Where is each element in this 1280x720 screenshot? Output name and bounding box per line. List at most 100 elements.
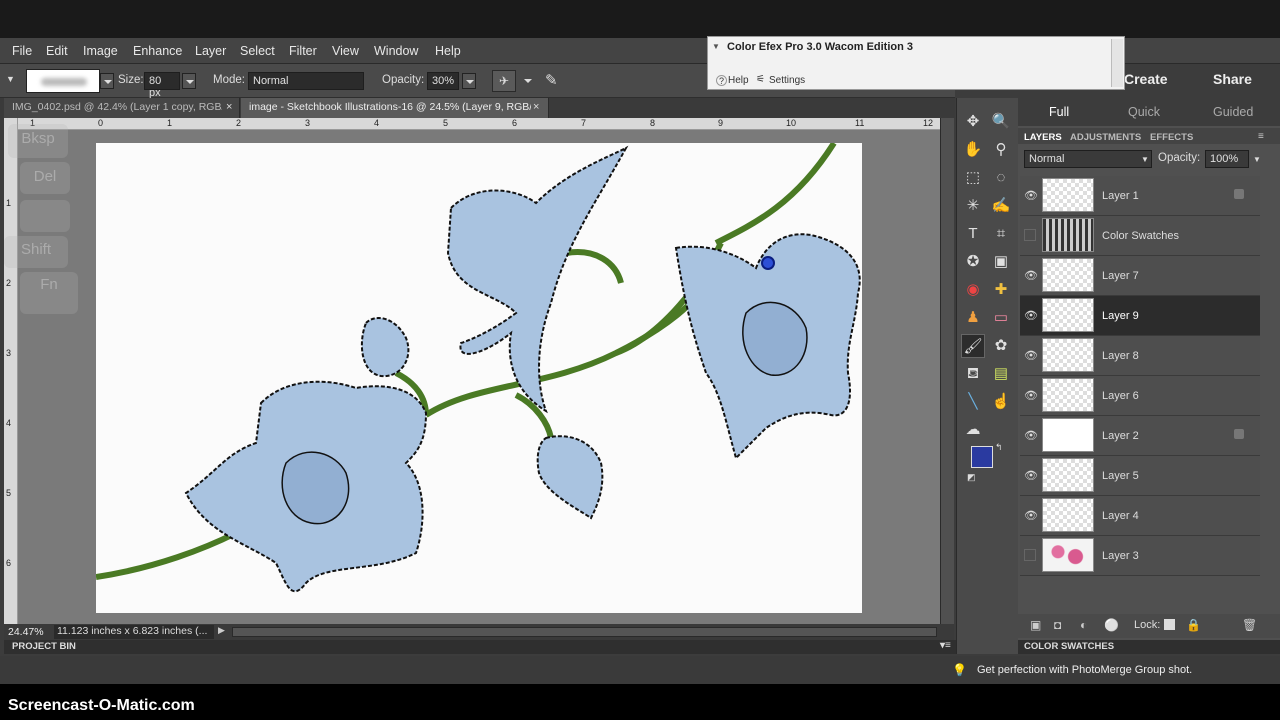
project-bin-bar[interactable]: PROJECT BIN ▾≡ — [4, 640, 1016, 654]
layer-row-color-swatches[interactable]: Color Swatches — [1020, 216, 1260, 256]
layer-row-layer-4[interactable]: 👁 Layer 4 — [1020, 496, 1260, 536]
crop-tool-icon[interactable]: ⌗ — [989, 222, 1013, 246]
quick-selection-tool-icon[interactable]: ✍ — [989, 194, 1013, 218]
type-tool-icon[interactable]: T — [961, 222, 985, 246]
tab-sketchbook-illustrations[interactable]: image - Sketchbook Illustrations-16 @ 24… — [241, 98, 549, 118]
new-group-icon[interactable]: ◘ — [1054, 618, 1061, 632]
mode-select[interactable]: Normal — [248, 72, 364, 90]
brush-preview[interactable] — [26, 69, 100, 93]
menu-enhance[interactable]: Enhance — [133, 44, 182, 58]
brush-tool-icon[interactable]: 🖌 — [961, 334, 985, 358]
layer-row-layer-7[interactable]: 👁 Layer 7 — [1020, 256, 1260, 296]
eraser-tool-icon[interactable]: ▭ — [989, 306, 1013, 330]
marquee-tool-icon[interactable]: ⬚ — [961, 166, 985, 190]
layer-row-layer-5[interactable]: 👁 Layer 5 — [1020, 456, 1260, 496]
visibility-off-box[interactable] — [1024, 549, 1036, 561]
foreground-color-swatch[interactable] — [971, 446, 993, 468]
tab-quick[interactable]: Quick — [1128, 105, 1160, 119]
efex-help-link[interactable]: Help — [728, 75, 749, 86]
layer-row-layer-3[interactable]: Layer 3 — [1020, 536, 1260, 576]
default-colors-icon[interactable]: ◩ — [967, 472, 976, 483]
vertical-scrollbar[interactable] — [940, 118, 954, 624]
smart-brush-tool-icon[interactable]: ✿ — [989, 334, 1013, 358]
project-bin-menu-icon[interactable]: ▾≡ — [940, 640, 951, 651]
adjustment-layer-icon[interactable]: ◐ — [1080, 618, 1087, 632]
menu-edit[interactable]: Edit — [46, 44, 68, 58]
tab-layers[interactable]: LAYERS — [1024, 132, 1062, 143]
visibility-eye-icon[interactable]: 👁 — [1024, 429, 1038, 442]
tab-adjustments[interactable]: ADJUSTMENTS — [1070, 132, 1141, 143]
tab-img-0402[interactable]: IMG_0402.psd @ 42.4% (Layer 1 copy, RGB/… — [4, 98, 240, 118]
share-button[interactable]: Share — [1213, 71, 1252, 87]
help-icon[interactable]: ? — [716, 75, 727, 86]
chevron-down-icon[interactable]: ▼ — [1253, 155, 1261, 164]
brush-settings-icon[interactable]: ✎ — [545, 71, 558, 89]
airbrush-icon[interactable]: ✈ — [492, 70, 516, 92]
trash-icon[interactable]: 🗑 — [1242, 618, 1257, 632]
smudge-tool-icon[interactable]: ☝ — [989, 390, 1013, 414]
close-tab-icon[interactable]: × — [533, 101, 539, 113]
close-tab-icon[interactable]: × — [226, 101, 232, 113]
opacity-dropdown[interactable] — [462, 73, 476, 89]
menu-window[interactable]: Window — [374, 44, 418, 58]
menu-help[interactable]: Help — [435, 44, 461, 58]
line-tool-icon[interactable]: ╲ — [961, 390, 985, 414]
lasso-tool-icon[interactable]: ◌ — [989, 166, 1013, 190]
new-layer-icon[interactable]: ▣ — [1030, 618, 1041, 632]
horizontal-scrollbar[interactable] — [232, 627, 937, 637]
size-dropdown[interactable] — [182, 73, 196, 89]
tab-guided[interactable]: Guided — [1213, 105, 1253, 119]
efex-scrollbar[interactable] — [1111, 39, 1123, 87]
magic-wand-tool-icon[interactable]: ✳ — [961, 194, 985, 218]
status-menu-arrow-icon[interactable]: ▶ — [218, 625, 225, 636]
collapse-arrow-icon[interactable]: ▼ — [712, 42, 720, 51]
visibility-off-box[interactable] — [1024, 229, 1036, 241]
healing-brush-tool-icon[interactable]: ✚ — [989, 278, 1013, 302]
menu-select[interactable]: Select — [240, 44, 275, 58]
settings-icon[interactable]: ⚟ — [756, 74, 765, 85]
menu-filter[interactable]: Filter — [289, 44, 317, 58]
tab-effects[interactable]: EFFECTS — [1150, 132, 1193, 143]
paint-bucket-tool-icon[interactable]: ⛾ — [961, 362, 985, 386]
gradient-tool-icon[interactable]: ▤ — [989, 362, 1013, 386]
cookie-cutter-tool-icon[interactable]: ✪ — [961, 250, 985, 274]
visibility-eye-icon[interactable]: 👁 — [1024, 469, 1038, 482]
zoom-level[interactable]: 24.47% — [8, 626, 44, 638]
tab-full[interactable]: Full — [1049, 105, 1069, 119]
document-canvas[interactable] — [95, 141, 862, 613]
visibility-eye-icon[interactable]: 👁 — [1024, 389, 1038, 402]
layer-row-layer-8[interactable]: 👁 Layer 8 — [1020, 336, 1260, 376]
clone-stamp-tool-icon[interactable]: ♟ — [961, 306, 985, 330]
layer-mask-icon[interactable]: ⚪ — [1104, 618, 1119, 632]
lock-transparent-icon[interactable] — [1164, 619, 1175, 630]
hand-tool-icon[interactable]: ✋ — [961, 138, 985, 162]
opacity-field[interactable]: 30% — [427, 72, 459, 90]
layer-row-layer-2[interactable]: 👁 Layer 2 — [1020, 416, 1260, 456]
zoom-tool-icon[interactable]: 🔍 — [989, 110, 1013, 134]
red-eye-tool-icon[interactable]: ◉ — [961, 278, 985, 302]
visibility-eye-icon[interactable]: 👁 — [1024, 189, 1038, 202]
menu-file[interactable]: File — [12, 44, 32, 58]
sponge-tool-icon[interactable]: ☁ — [961, 418, 985, 442]
preset-arrow-icon[interactable]: ▼ — [6, 74, 15, 84]
color-swatches-panel-bar[interactable]: COLOR SWATCHES — [1018, 640, 1280, 654]
layer-blend-mode-select[interactable]: Normal — [1024, 150, 1152, 168]
layer-opacity-field[interactable]: 100% — [1205, 150, 1249, 168]
eyedropper-tool-icon[interactable]: ⚲ — [989, 138, 1013, 162]
visibility-eye-icon[interactable]: 👁 — [1024, 509, 1038, 522]
layer-row-layer-1[interactable]: 👁 Layer 1 — [1020, 176, 1260, 216]
menu-layer[interactable]: Layer — [195, 44, 226, 58]
airbrush-dropdown[interactable] — [521, 73, 535, 89]
panel-menu-icon[interactable]: ≡ — [1258, 131, 1264, 142]
size-field[interactable]: 80 px — [144, 72, 180, 99]
visibility-eye-icon[interactable]: 👁 — [1024, 309, 1038, 322]
hint-text[interactable]: Get perfection with PhotoMerge Group sho… — [977, 664, 1192, 676]
create-button[interactable]: Create — [1124, 71, 1168, 87]
visibility-eye-icon[interactable]: 👁 — [1024, 349, 1038, 362]
move-tool-icon[interactable]: ✥ — [961, 110, 985, 134]
layer-row-layer-6[interactable]: 👁 Layer 6 — [1020, 376, 1260, 416]
lock-all-icon[interactable]: 🔒 — [1186, 618, 1201, 632]
brush-picker-dropdown[interactable] — [100, 73, 114, 89]
menu-view[interactable]: View — [332, 44, 359, 58]
layer-row-layer-9[interactable]: 👁 Layer 9 — [1020, 296, 1260, 336]
